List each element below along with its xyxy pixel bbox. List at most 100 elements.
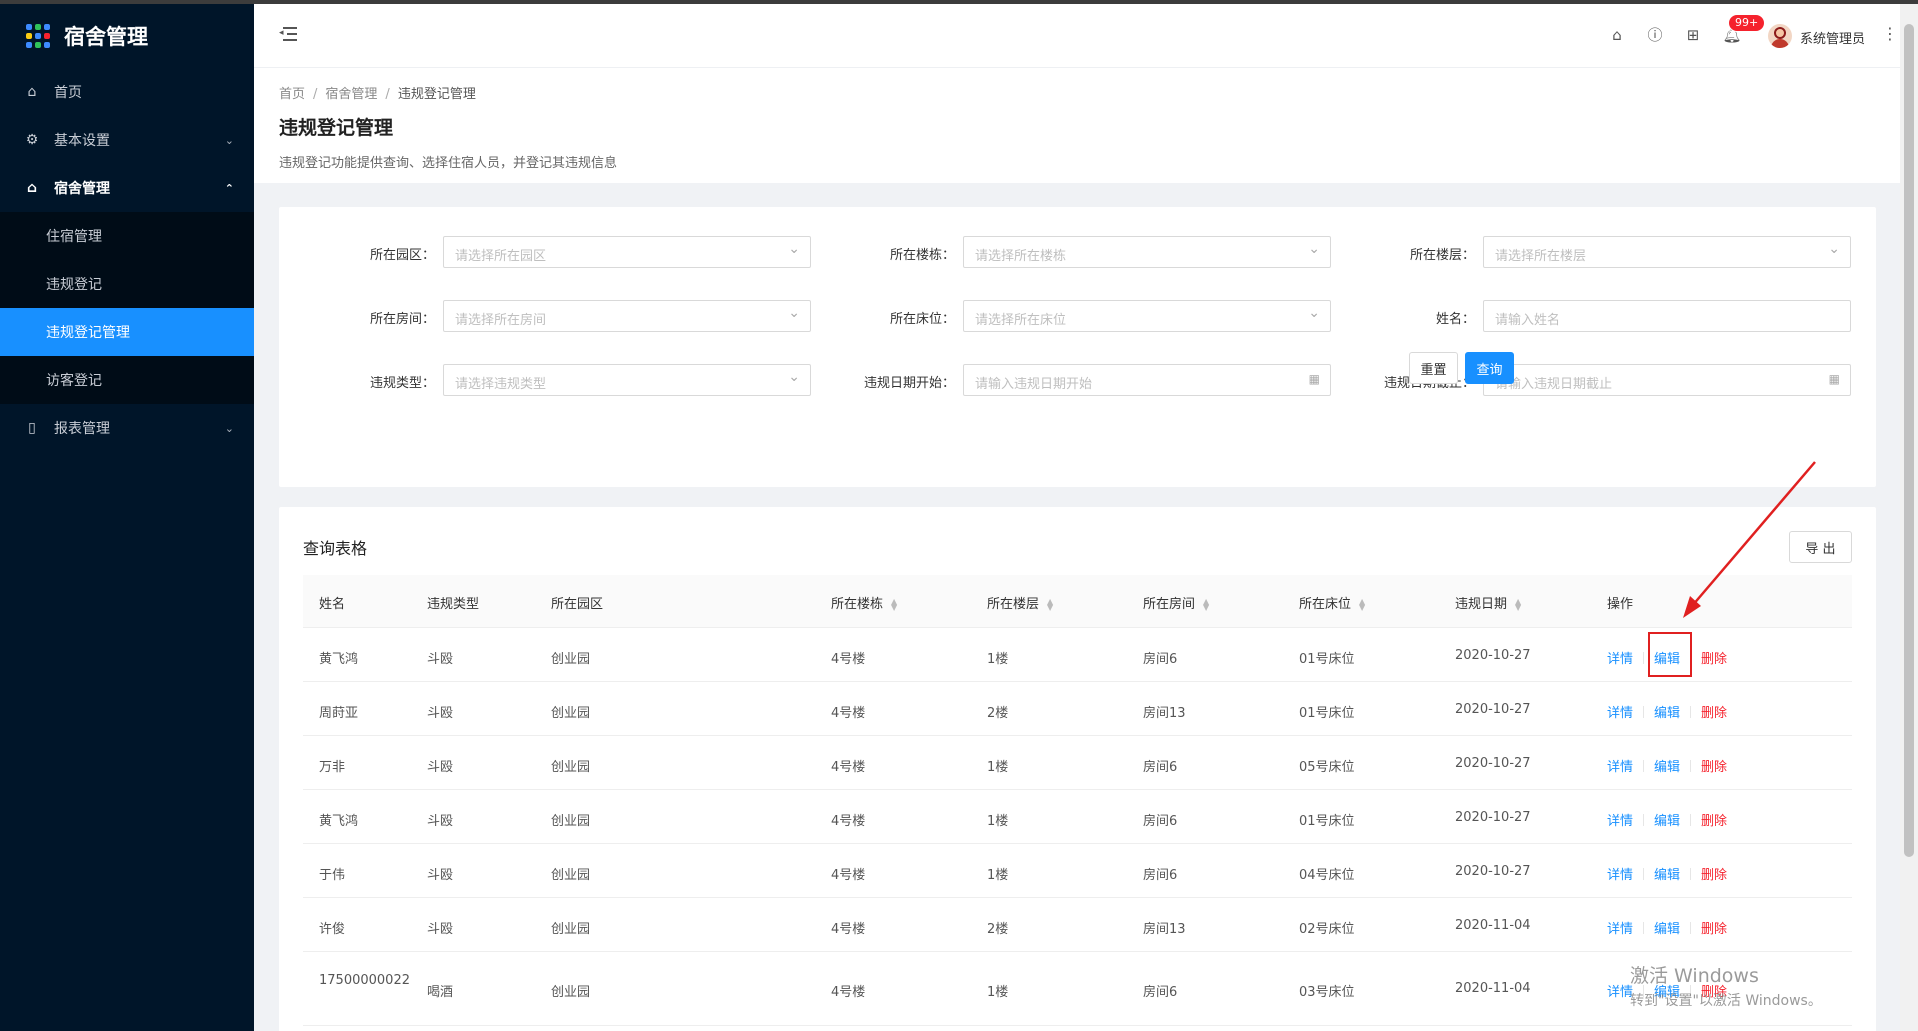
- sidebar-item-label: 违规登记: [46, 277, 102, 293]
- apps-icon[interactable]: ⊞: [1682, 24, 1704, 46]
- edit-link[interactable]: 编辑: [1654, 760, 1680, 775]
- date-start-date-picker[interactable]: 请输入违规日期开始 ▦: [963, 364, 1331, 396]
- name-input[interactable]: 请输入姓名: [1483, 300, 1851, 332]
- sort-icon[interactable]: ▲ ▼: [1359, 597, 1365, 611]
- detail-link[interactable]: 详情: [1607, 868, 1633, 883]
- detail-link[interactable]: 详情: [1607, 706, 1633, 721]
- edit-link[interactable]: 编辑: [1654, 868, 1680, 883]
- delete-link[interactable]: 删除: [1701, 652, 1727, 667]
- breadcrumb-current: 违规登记管理: [397, 87, 476, 102]
- sidebar-item-reports[interactable]: ▯ 报表管理 ⌄: [0, 404, 254, 452]
- avatar[interactable]: [1768, 24, 1792, 48]
- column-header[interactable]: 违规日期 ▲ ▼: [1455, 593, 1521, 612]
- sidebar-item-label: 报表管理: [54, 421, 110, 437]
- action-divider: [1643, 760, 1645, 772]
- column-header-label: 所在床位: [1299, 597, 1352, 612]
- delete-link[interactable]: 删除: [1701, 922, 1727, 937]
- menu-collapse-icon[interactable]: ◂: [279, 26, 297, 42]
- table-cell: 创业园: [551, 652, 591, 667]
- top-header: ◂ ⌂ ⓘ ⊞ 🔔︎ 99+ 系统管理员 ⋮: [254, 4, 1900, 68]
- building-select[interactable]: 请选择所在楼栋 ⌄: [963, 236, 1331, 268]
- breadcrumb-dorm[interactable]: 宿舍管理: [325, 87, 377, 102]
- column-header[interactable]: 所在房间 ▲ ▼: [1143, 593, 1209, 612]
- action-divider: [1643, 706, 1645, 718]
- detail-link[interactable]: 详情: [1607, 652, 1633, 667]
- help-icon[interactable]: ⓘ: [1644, 24, 1666, 46]
- delete-link[interactable]: 删除: [1701, 814, 1727, 829]
- detail-link[interactable]: 详情: [1607, 760, 1633, 775]
- sidebar-item-visitor-register[interactable]: 访客登记: [0, 356, 254, 404]
- table-cell: 1楼: [987, 985, 1009, 1000]
- sidebar-item-label: 宿舍管理: [54, 181, 110, 197]
- action-divider: [1690, 706, 1692, 718]
- sidebar-item-violation-register[interactable]: 违规登记: [0, 260, 254, 308]
- table-cell: 4号楼: [831, 652, 866, 667]
- breadcrumb-home[interactable]: 首页: [279, 87, 305, 102]
- column-header[interactable]: 所在床位 ▲ ▼: [1299, 593, 1365, 612]
- table-cell: 4号楼: [831, 760, 866, 775]
- export-button[interactable]: 导 出: [1789, 531, 1852, 563]
- chevron-down-icon: ⌄: [788, 241, 800, 257]
- room-select[interactable]: 请选择所在房间 ⌄: [443, 300, 811, 332]
- table-cell: 4号楼: [831, 706, 866, 721]
- column-header[interactable]: 所在楼层 ▲ ▼: [987, 593, 1053, 612]
- sidebar-item-violation-management[interactable]: 违规登记管理: [0, 308, 254, 356]
- page-scrollbar[interactable]: [1900, 4, 1918, 1031]
- sidebar-item-accommodation[interactable]: 住宿管理: [0, 212, 254, 260]
- app-title: 宿舍管理: [64, 25, 148, 49]
- edit-link[interactable]: 编辑: [1654, 922, 1680, 937]
- delete-link[interactable]: 删除: [1701, 760, 1727, 775]
- table-cell: 万非: [319, 760, 346, 775]
- table-cell: 01号床位: [1299, 814, 1355, 829]
- sidebar-item-home[interactable]: ⌂ 首页: [0, 68, 254, 116]
- table-cell: 创业园: [551, 985, 591, 1000]
- sort-icon[interactable]: ▲ ▼: [1047, 597, 1053, 611]
- delete-link[interactable]: 删除: [1701, 706, 1727, 721]
- more-vertical-icon[interactable]: ⋮: [1882, 24, 1898, 43]
- action-divider: [1643, 652, 1645, 664]
- detail-link[interactable]: 详情: [1607, 922, 1633, 937]
- sort-icon[interactable]: ▲ ▼: [891, 597, 897, 611]
- row-actions: 详情 编辑 删除: [1607, 702, 1727, 721]
- edit-link[interactable]: 编辑: [1654, 814, 1680, 829]
- table-cell: 04号床位: [1299, 868, 1355, 883]
- column-header-label: 所在楼栋: [831, 597, 884, 612]
- grid-logo-icon: [26, 24, 50, 48]
- app-logo[interactable]: 宿舍管理: [0, 4, 254, 68]
- dorm-submenu: 住宿管理 违规登记 违规登记管理 访客登记: [0, 212, 254, 404]
- sidebar-item-label: 住宿管理: [46, 229, 102, 245]
- park-select[interactable]: 请选择所在园区 ⌄: [443, 236, 811, 268]
- scrollbar-thumb[interactable]: [1904, 24, 1914, 857]
- edit-link[interactable]: 编辑: [1654, 706, 1680, 721]
- bed-select[interactable]: 请选择所在床位 ⌄: [963, 300, 1331, 332]
- delete-link[interactable]: 删除: [1701, 868, 1727, 883]
- sidebar-item-basic-settings[interactable]: ⚙ 基本设置 ⌄: [0, 116, 254, 164]
- violation-type-select[interactable]: 请选择违规类型 ⌄: [443, 364, 811, 396]
- username[interactable]: 系统管理员: [1800, 28, 1865, 47]
- field-label: 所在床位：: [889, 312, 955, 327]
- query-button[interactable]: 查询: [1465, 352, 1514, 384]
- table-row: 黄飞鸿 斗殴 创业园 4号楼 1楼 房间6 01号床位 2020-10-27 详情 编辑 删除: [303, 790, 1852, 844]
- table-row: 万非 斗殴 创业园 4号楼 1楼 房间6 05号床位 2020-10-27 详情 编辑 删除: [303, 736, 1852, 790]
- table-cell: 创业园: [551, 868, 591, 883]
- placeholder-text: 请选择所在园区: [455, 249, 547, 264]
- detail-link[interactable]: 详情: [1607, 814, 1633, 829]
- sort-icon[interactable]: ▲ ▼: [1515, 597, 1521, 611]
- column-header-label: 所在园区: [551, 597, 604, 612]
- table-cell: 房间6: [1143, 760, 1178, 775]
- sort-icon[interactable]: ▲ ▼: [1203, 597, 1209, 611]
- home-icon: ⌂: [26, 180, 38, 196]
- calendar-icon: ▦: [1828, 372, 1840, 386]
- placeholder-text: 请选择所在床位: [975, 313, 1067, 328]
- date-end-date-picker[interactable]: 请输入违规日期截止 ▦: [1483, 364, 1851, 396]
- gear-icon: ⚙: [25, 132, 39, 148]
- table-cell: 创业园: [551, 922, 591, 937]
- column-header[interactable]: 所在楼栋 ▲ ▼: [831, 593, 897, 612]
- sidebar-item-label: 首页: [54, 85, 82, 101]
- table-cell: 黄飞鸿: [319, 652, 359, 667]
- reset-button[interactable]: 重置: [1409, 352, 1458, 384]
- table-cell: 2楼: [987, 706, 1009, 721]
- floor-select[interactable]: 请选择所在楼层 ⌄: [1483, 236, 1851, 268]
- home-icon[interactable]: ⌂: [1606, 24, 1628, 46]
- sidebar-item-dorm-management[interactable]: ⌂ 宿舍管理 ⌃: [0, 164, 254, 212]
